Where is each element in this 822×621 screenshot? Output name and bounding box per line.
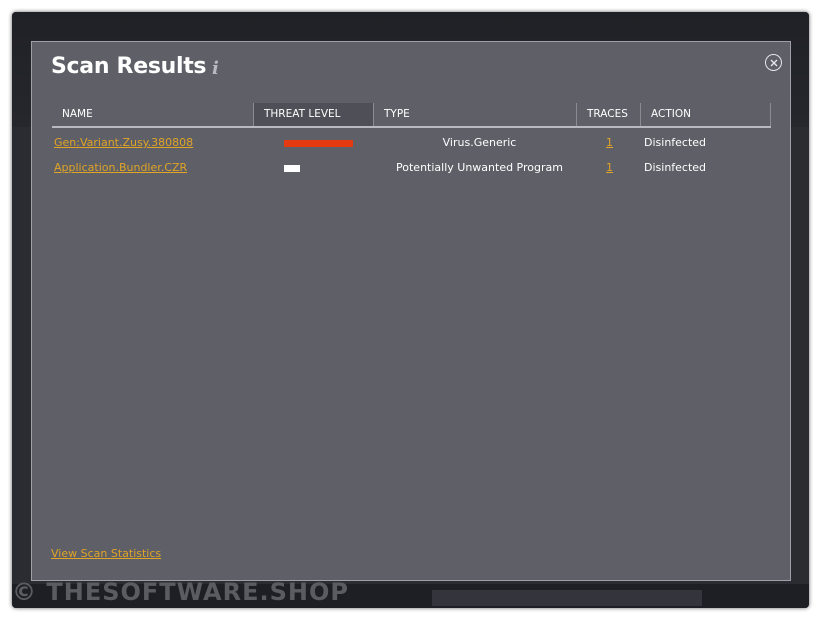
table-row: Gen:Variant.Zusy.380808 Virus.Generic 1 … [52, 130, 771, 155]
threat-name-link[interactable]: Gen:Variant.Zusy.380808 [54, 130, 193, 155]
column-header-action[interactable]: ACTION [641, 103, 771, 126]
scan-results-dialog: Scan Results i NAME THREAT LEVEL TYPE TR… [31, 41, 791, 581]
watermark: © THESOFTWARE.SHOP [12, 578, 349, 606]
table-row: Application.Bundler.CZR Potentially Unwa… [52, 155, 771, 180]
threat-type: Potentially Unwanted Program [396, 161, 563, 174]
action-status: Disinfected [644, 161, 707, 174]
table-header: NAME THREAT LEVEL TYPE TRACES ACTION [52, 103, 771, 128]
column-header-name[interactable]: NAME [52, 103, 254, 126]
traces-link[interactable]: 1 [606, 130, 613, 155]
view-scan-statistics-link[interactable]: View Scan Statistics [51, 547, 161, 560]
threat-type: Virus.Generic [442, 136, 517, 149]
results-table: NAME THREAT LEVEL TYPE TRACES ACTION Gen… [52, 103, 771, 180]
threat-name-link[interactable]: Application.Bundler.CZR [54, 155, 187, 180]
threat-level-bar-high [284, 140, 353, 147]
info-icon[interactable]: i [212, 58, 219, 79]
close-button[interactable] [765, 54, 782, 71]
column-header-threat-level[interactable]: THREAT LEVEL [254, 103, 374, 126]
threat-level-bar-low [284, 165, 300, 172]
column-header-traces[interactable]: TRACES [577, 103, 641, 126]
column-header-type[interactable]: TYPE [374, 103, 577, 126]
traces-link[interactable]: 1 [606, 155, 613, 180]
action-status: Disinfected [644, 136, 707, 149]
close-icon [770, 59, 777, 66]
app-bottom-field [432, 590, 702, 606]
dialog-title: Scan Results [51, 54, 207, 79]
